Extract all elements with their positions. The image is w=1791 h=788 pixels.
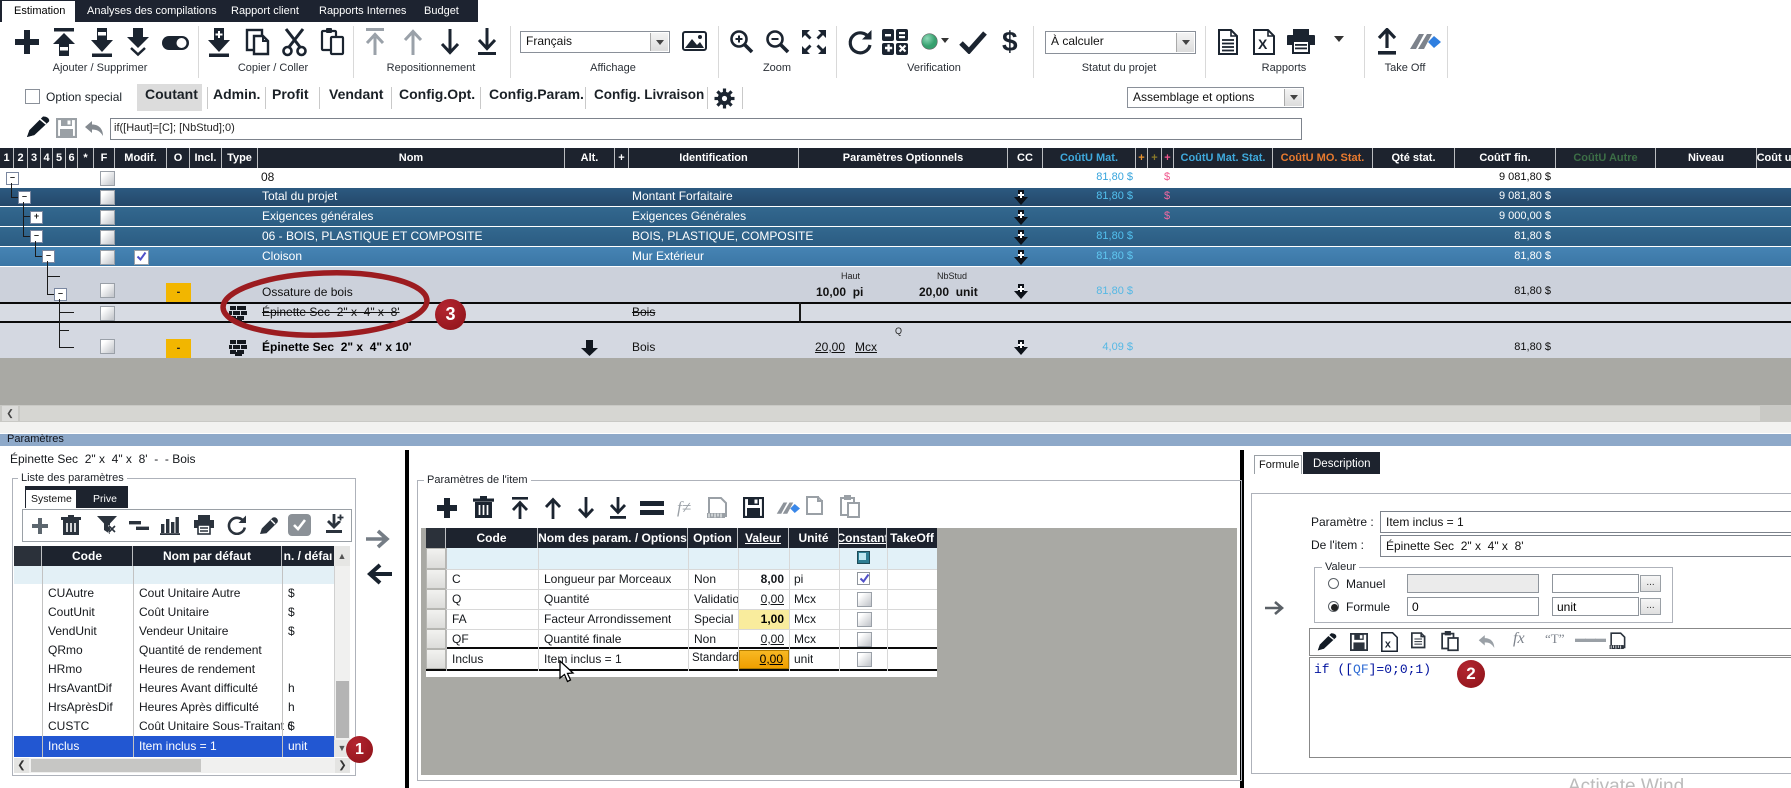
svg-text:x: x	[1385, 638, 1391, 650]
svg-text:X: X	[1258, 36, 1268, 52]
